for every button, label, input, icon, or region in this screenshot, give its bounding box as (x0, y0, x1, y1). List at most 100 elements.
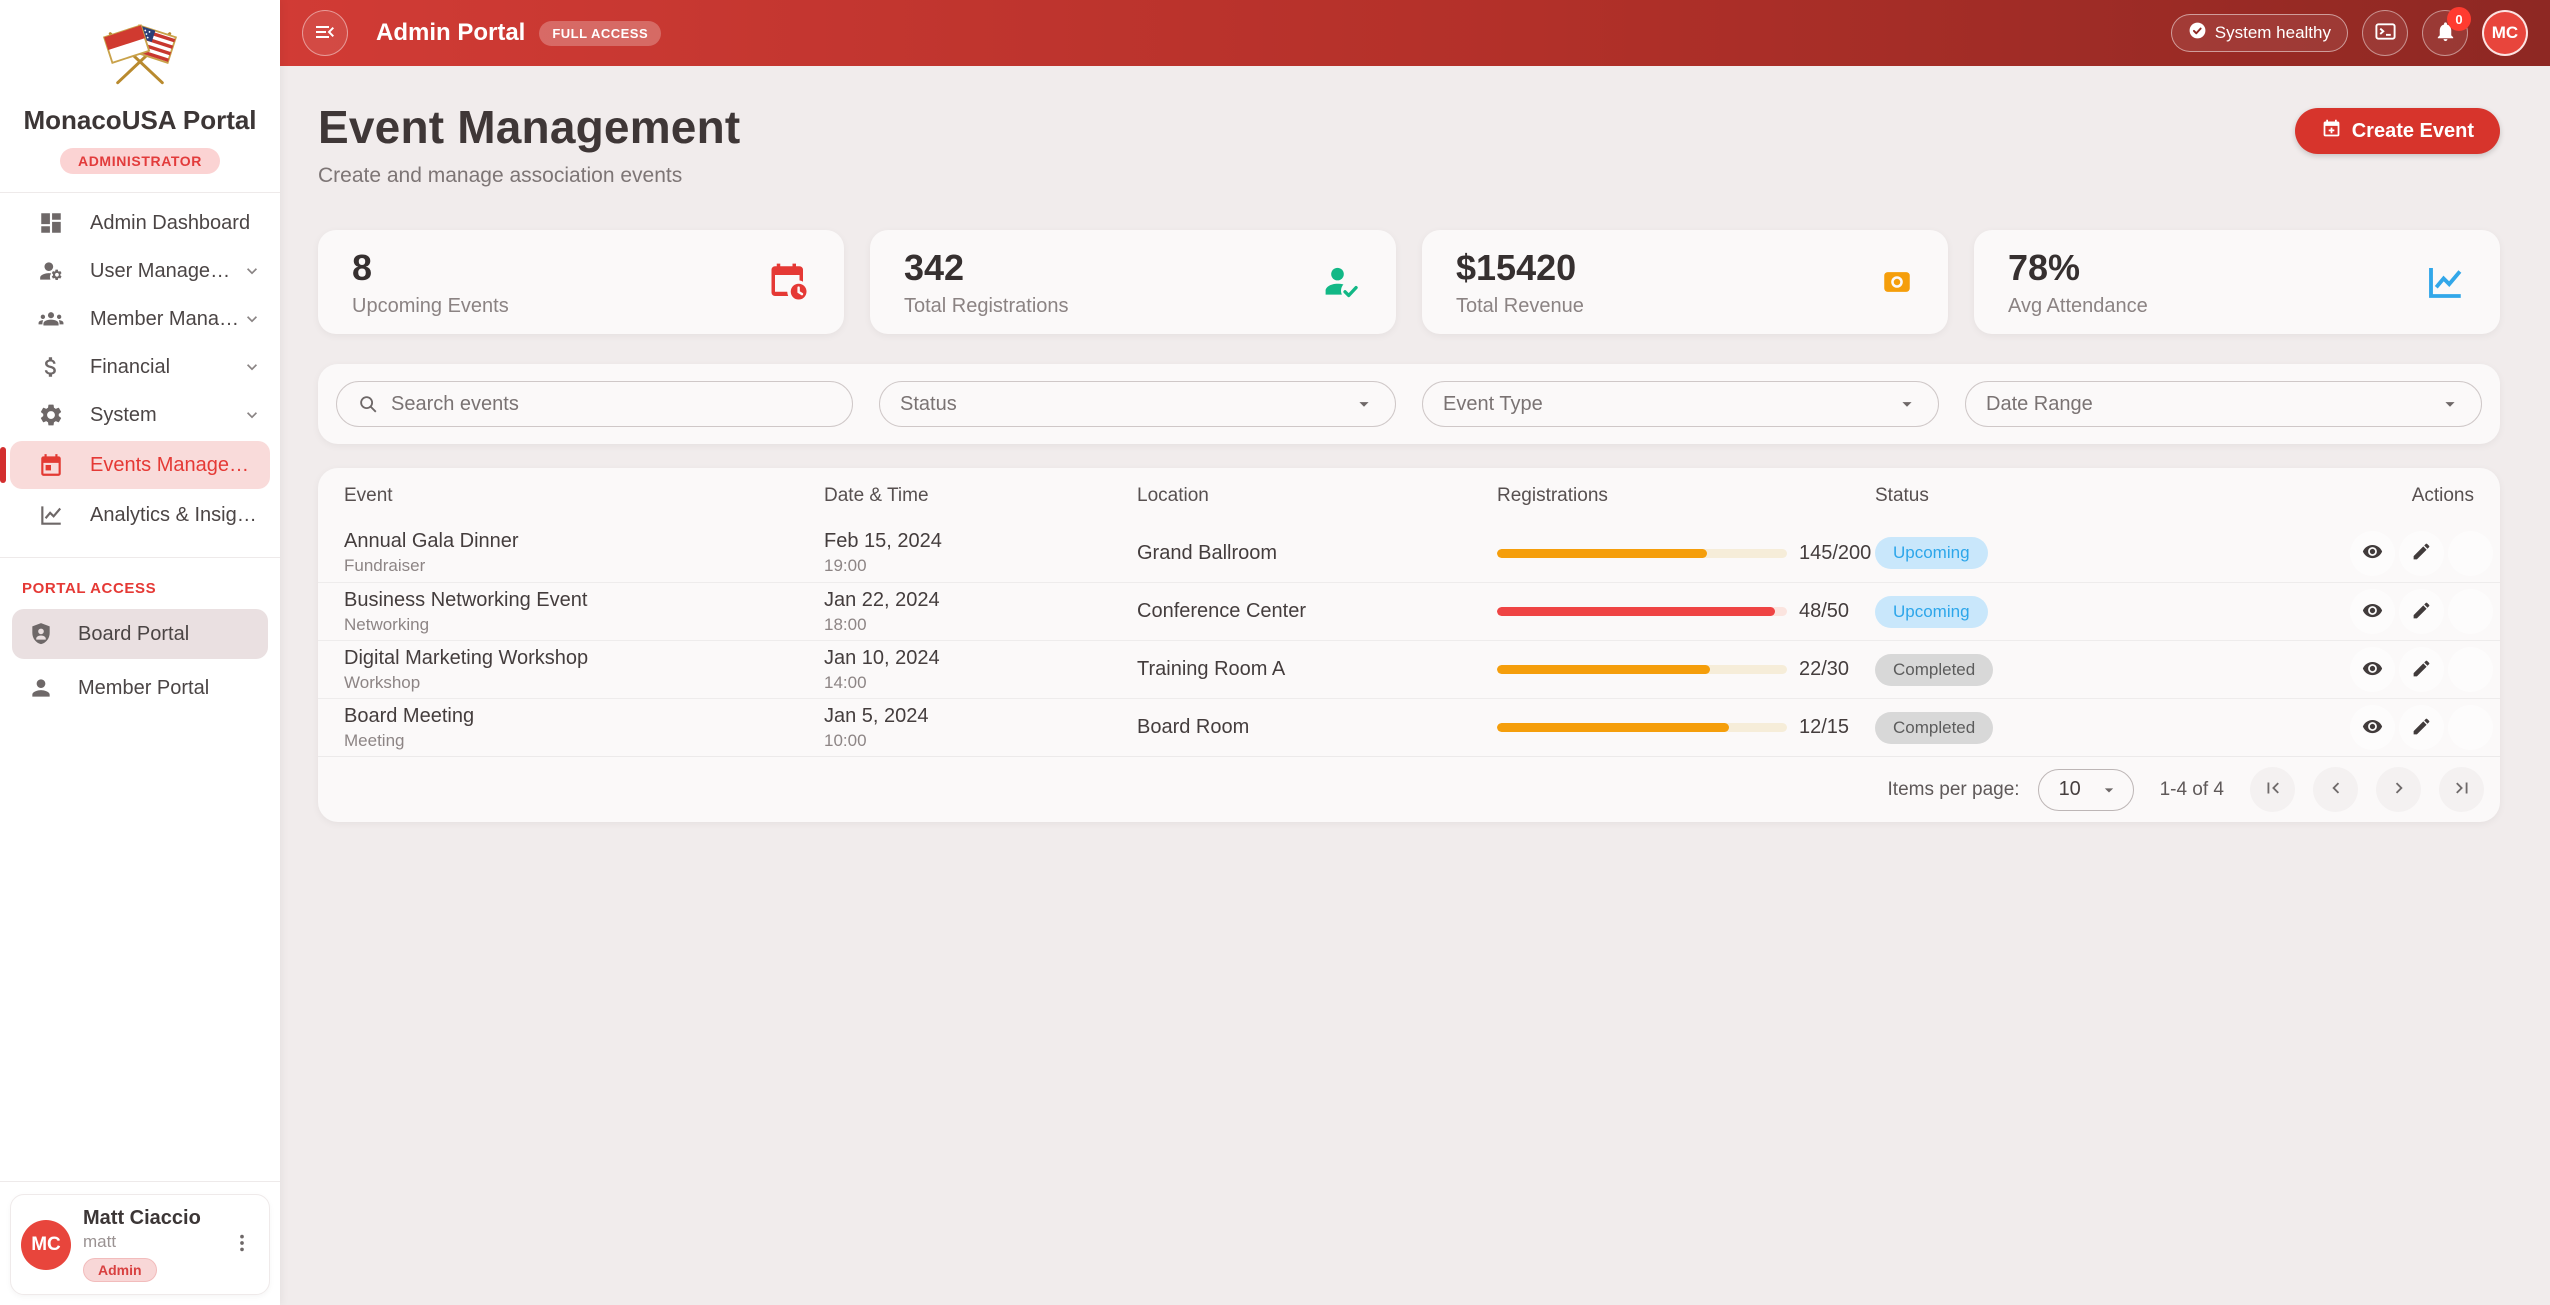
sidebar-toggle-button[interactable] (302, 10, 348, 56)
event-time: 18:00 (824, 615, 1137, 635)
event-date: Jan 10, 2024 (824, 647, 1137, 670)
crossed-flags-logo (88, 79, 192, 96)
edit-event-button[interactable] (2399, 705, 2444, 750)
more-actions-button[interactable] (2448, 589, 2493, 634)
table-row: Board Meeting Meeting Jan 5, 2024 10:00 … (318, 698, 2500, 756)
chevron-down-icon (242, 309, 262, 329)
sidebar-item-label: Member Manage... (90, 308, 242, 331)
progress-fill (1497, 723, 1729, 732)
user-menu-button[interactable] (225, 1228, 259, 1262)
registrations-cell: 48/50 (1497, 600, 1875, 623)
user-gear-icon (38, 258, 64, 284)
items-per-page-select[interactable]: 10 (2038, 769, 2134, 811)
event-location: Training Room A (1137, 658, 1497, 681)
event-name: Business Networking Event (344, 589, 824, 612)
sidebar-item-admin-dashboard[interactable]: Admin Dashboard (0, 199, 280, 247)
progress-track (1497, 549, 1787, 558)
event-date: Jan 22, 2024 (824, 589, 1137, 612)
sidebar-item-label: Analytics & Insights (90, 504, 262, 527)
registrations-cell: 12/15 (1497, 716, 1875, 739)
user-name: Matt Ciaccio (83, 1207, 225, 1230)
top-bar: Admin Portal FULL ACCESS System healthy … (280, 0, 2550, 66)
edit-event-button[interactable] (2399, 647, 2444, 692)
event-type-filter-select[interactable]: Event Type (1422, 381, 1939, 427)
column-header: Actions (2350, 485, 2474, 507)
edit-event-button[interactable] (2399, 589, 2444, 634)
notifications-button[interactable]: 0 (2422, 10, 2468, 56)
registrations-count: 48/50 (1799, 600, 1849, 623)
page-title: Event Management (318, 100, 740, 154)
table-row: Business Networking Event Networking Jan… (318, 582, 2500, 640)
stat-card-total-registrations: 342 Total Registrations (870, 230, 1396, 334)
edit-event-button[interactable] (2399, 531, 2444, 576)
sidebar-item-user-management[interactable]: User Management (0, 247, 280, 295)
registrations-count: 12/15 (1799, 716, 1849, 739)
sidebar-menu: Admin Dashboard User Management Member M… (0, 199, 280, 539)
column-header: Registrations (1497, 485, 1875, 507)
view-event-button[interactable] (2350, 705, 2395, 750)
view-event-button[interactable] (2350, 531, 2395, 576)
search-icon (357, 393, 379, 415)
portal-access-heading: PORTAL ACCESS (0, 564, 280, 607)
people-icon (38, 306, 64, 332)
event-date: Jan 5, 2024 (824, 705, 1137, 728)
column-header: Date & Time (824, 485, 1137, 507)
status-filter-select[interactable]: Status (879, 381, 1396, 427)
prev-page-button[interactable] (2313, 767, 2358, 812)
page-range-label: 1-4 of 4 (2160, 779, 2224, 801)
sidebar-item-analytics-insights[interactable]: Analytics & Insights (0, 491, 280, 539)
create-event-button[interactable]: Create Event (2295, 108, 2500, 154)
sidebar-item-member-management[interactable]: Member Manage... (0, 295, 280, 343)
sidebar-footer: MC Matt Ciaccio matt Admin (0, 1181, 280, 1305)
terminal-button[interactable] (2362, 10, 2408, 56)
chevron-down-icon (242, 405, 262, 425)
sidebar-item-label: User Management (90, 260, 242, 283)
sidebar-item-events-management[interactable]: Events Management (10, 441, 270, 489)
shield-person-icon (28, 621, 54, 647)
event-location: Board Room (1137, 716, 1497, 739)
table-row: Annual Gala Dinner Fundraiser Feb 15, 20… (318, 524, 2500, 582)
more-actions-button[interactable] (2448, 705, 2493, 750)
header-avatar[interactable]: MC (2482, 10, 2528, 56)
event-time: 19:00 (824, 556, 1137, 576)
view-event-button[interactable] (2350, 647, 2395, 692)
sidebar-item-label: System (90, 404, 242, 427)
eye-icon (2362, 716, 2383, 740)
app-title: Admin Portal (376, 19, 525, 47)
person-icon (28, 675, 54, 701)
next-page-icon (2388, 777, 2410, 802)
event-name: Annual Gala Dinner (344, 530, 824, 553)
line-chart-icon (2424, 261, 2466, 303)
user-username: matt (83, 1232, 225, 1252)
status-badge: Completed (1875, 654, 1993, 686)
next-page-button[interactable] (2376, 767, 2421, 812)
first-page-button[interactable] (2250, 767, 2295, 812)
view-event-button[interactable] (2350, 589, 2395, 634)
last-page-icon (2451, 777, 2473, 802)
event-type: Fundraiser (344, 556, 824, 576)
filters-bar: Status Event Type Date Range (318, 364, 2500, 444)
pencil-icon (2411, 600, 2432, 624)
sidebar-item-board-portal[interactable]: Board Portal (12, 609, 268, 659)
sidebar-item-financial[interactable]: Financial (0, 343, 280, 391)
registrations-cell: 22/30 (1497, 658, 1875, 681)
person-check-icon (1320, 261, 1362, 303)
main-content: Event Management Create and manage assoc… (280, 66, 2550, 1305)
prev-page-icon (2325, 777, 2347, 802)
date-range-filter-select[interactable]: Date Range (1965, 381, 2482, 427)
administrator-badge: ADMINISTRATOR (60, 148, 220, 174)
more-actions-button[interactable] (2448, 647, 2493, 692)
divider (0, 557, 280, 558)
brand-title: MonacoUSA Portal (0, 105, 280, 136)
dropdown-arrow-icon (2439, 393, 2461, 415)
event-location: Grand Ballroom (1137, 542, 1497, 565)
event-name: Board Meeting (344, 705, 824, 728)
search-input[interactable] (391, 393, 832, 416)
sidebar-item-member-portal[interactable]: Member Portal (12, 663, 268, 713)
sidebar-item-system[interactable]: System (0, 391, 280, 439)
last-page-button[interactable] (2439, 767, 2484, 812)
divider (0, 192, 280, 193)
line-chart-icon (38, 502, 64, 528)
more-actions-button[interactable] (2448, 531, 2493, 576)
stat-card-upcoming-events: 8 Upcoming Events (318, 230, 844, 334)
